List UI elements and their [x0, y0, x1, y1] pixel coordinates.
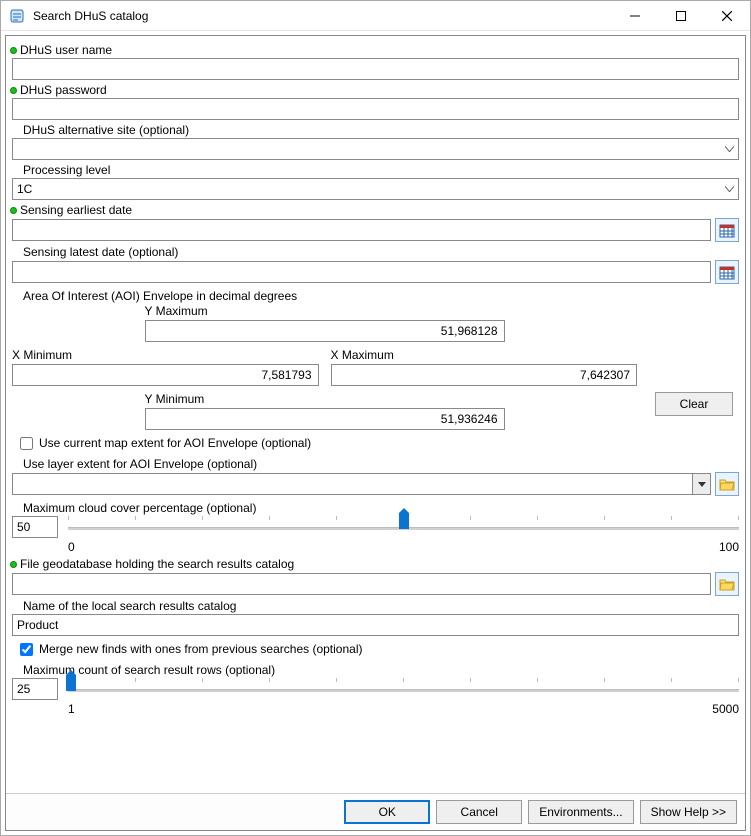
earliest-label: Sensing earliest date [20, 203, 132, 217]
cancel-button[interactable]: Cancel [436, 800, 522, 824]
gdb-label: File geodatabase holding the search resu… [20, 557, 294, 571]
catalog-name-label: Name of the local search results catalog [23, 599, 236, 613]
catalog-name-input[interactable] [12, 614, 739, 636]
latest-input[interactable] [12, 261, 711, 283]
form-scroll-area[interactable]: DHuS user name DHuS password DHuS altern… [6, 36, 745, 793]
maxrows-label: Maximum count of search result rows (opt… [23, 663, 275, 677]
chevron-down-icon[interactable] [720, 139, 738, 159]
cloud-label: Maximum cloud cover percentage (optional… [23, 501, 256, 515]
xmax-label: X Maximum [331, 348, 638, 362]
merge-checkbox[interactable] [20, 643, 33, 656]
layer-extent-combo[interactable] [12, 473, 711, 495]
maxrows-value-input[interactable] [12, 678, 58, 700]
calendar-icon[interactable] [715, 218, 739, 242]
content-frame: DHuS user name DHuS password DHuS altern… [5, 35, 746, 831]
maxrows-min: 1 [68, 702, 75, 716]
button-bar: OK Cancel Environments... Show Help >> [6, 793, 745, 830]
titlebar: Search DHuS catalog [1, 1, 750, 31]
window-title: Search DHuS catalog [33, 9, 612, 23]
maximize-button[interactable] [658, 1, 704, 30]
minimize-button[interactable] [612, 1, 658, 30]
close-button[interactable] [704, 1, 750, 30]
xmax-input[interactable] [331, 364, 638, 386]
latest-label: Sensing latest date (optional) [23, 245, 178, 259]
cloud-value-input[interactable] [12, 516, 58, 538]
altsite-combo[interactable] [12, 138, 739, 160]
xmin-label: X Minimum [12, 348, 319, 362]
ymin-input[interactable] [145, 408, 505, 430]
proclevel-label: Processing level [23, 163, 110, 177]
altsite-label: DHuS alternative site (optional) [23, 123, 189, 137]
chevron-down-icon[interactable] [692, 474, 710, 494]
pass-label: DHuS password [20, 83, 107, 97]
calendar-icon[interactable] [715, 260, 739, 284]
earliest-input[interactable] [12, 219, 711, 241]
environments-button[interactable]: Environments... [528, 800, 633, 824]
clear-button[interactable]: Clear [655, 392, 733, 416]
merge-label: Merge new finds with ones from previous … [39, 642, 362, 656]
dialog-window: Search DHuS catalog DHuS user name DHuS … [0, 0, 751, 836]
aoi-heading: Area Of Interest (AOI) Envelope in decim… [23, 289, 297, 303]
maxrows-slider[interactable] [68, 683, 739, 696]
required-dot-icon [10, 207, 17, 214]
show-help-button[interactable]: Show Help >> [640, 800, 737, 824]
user-label: DHuS user name [20, 43, 112, 57]
app-icon [9, 8, 25, 24]
slider-thumb-icon[interactable] [66, 675, 76, 691]
maxrows-max: 5000 [712, 702, 739, 716]
gdb-input[interactable] [12, 573, 711, 595]
chevron-down-icon[interactable] [720, 179, 738, 199]
xmin-input[interactable] [12, 364, 319, 386]
layer-extent-label: Use layer extent for AOI Envelope (optio… [23, 457, 257, 471]
ymax-label: Y Maximum [145, 304, 505, 318]
ymax-input[interactable] [145, 320, 505, 342]
required-dot-icon [10, 47, 17, 54]
cloud-min: 0 [68, 540, 75, 554]
cloud-slider[interactable] [68, 521, 739, 534]
user-input[interactable] [12, 58, 739, 80]
required-dot-icon [10, 561, 17, 568]
proclevel-combo[interactable] [12, 178, 739, 200]
use-current-extent-label: Use current map extent for AOI Envelope … [39, 436, 311, 450]
folder-open-icon[interactable] [715, 472, 739, 496]
pass-input[interactable] [12, 98, 739, 120]
ok-button[interactable]: OK [344, 800, 430, 824]
slider-thumb-icon[interactable] [399, 513, 409, 529]
cloud-max: 100 [719, 540, 739, 554]
ymin-label: Y Minimum [145, 392, 505, 406]
folder-open-icon[interactable] [715, 572, 739, 596]
use-current-extent-checkbox[interactable] [20, 437, 33, 450]
required-dot-icon [10, 87, 17, 94]
